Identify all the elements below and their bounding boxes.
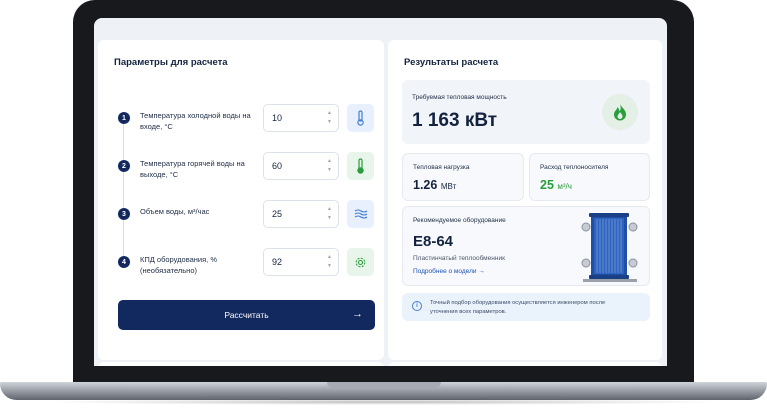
flame-icon — [602, 94, 638, 130]
waves-icon — [347, 200, 374, 228]
step-number: 3 — [118, 208, 130, 220]
equipment-label: Рекомендуемое оборудование — [413, 217, 506, 224]
param-row-efficiency: 4 КПД оборудования, % (необязательно) 92… — [98, 246, 384, 278]
efficiency-input[interactable]: 92 ▲ ▼ — [263, 248, 339, 276]
param-row-hot-temp: 2 Температура горячей воды на выходе, °С… — [98, 150, 384, 182]
model-details-link[interactable]: Подробнее о модели → — [413, 268, 485, 275]
note-text: Точный подбор оборудования осуществляетс… — [430, 300, 606, 315]
param-row-cold-temp: 1 Температура холодной воды на входе, °С… — [98, 102, 384, 134]
flow-card: Расход теплоносителя 25 м³/ч — [529, 153, 650, 201]
equipment-card: Рекомендуемое оборудование E8-64 Пластин… — [402, 206, 650, 286]
volume-input[interactable]: 25 ▲ ▼ — [263, 200, 339, 228]
field-value: 25 — [272, 209, 283, 219]
laptop-shadow — [40, 399, 727, 405]
calculate-button[interactable]: Рассчитать → — [118, 300, 375, 330]
gear-icon — [347, 248, 374, 276]
stepper-arrows[interactable]: ▲ ▼ — [327, 205, 332, 223]
laptop-notch — [327, 382, 441, 388]
field-value: 10 — [272, 113, 283, 123]
thermometer-icon — [347, 152, 374, 180]
field-value: 92 — [272, 257, 283, 267]
info-icon: i — [412, 301, 422, 311]
parameters-panel: Параметры для расчета 1 Температура холо… — [98, 40, 384, 360]
calculate-label: Рассчитать — [224, 310, 269, 320]
equipment-description: Пластинчатый теплообменник — [413, 255, 505, 262]
param-label: КПД оборудования, % (необязательно) — [140, 255, 217, 275]
stepper-arrows[interactable]: ▲ ▼ — [327, 109, 332, 127]
flow-number: 25 — [540, 178, 554, 192]
results-panel: Результаты расчета Требуемая тепловая мо… — [388, 40, 662, 360]
load-number: 1.26 — [413, 178, 438, 192]
parameters-title: Параметры для расчета — [114, 57, 228, 68]
results-title: Результаты расчета — [404, 57, 499, 68]
info-note: i Точный подбор оборудования осуществляе… — [402, 293, 650, 321]
next-section-left — [98, 362, 384, 366]
laptop-screen: Параметры для расчета 1 Температура холо… — [94, 18, 667, 366]
param-label: Объем воды, м³/час — [140, 207, 210, 216]
power-card: Требуемая тепловая мощность 1 163 кВт — [402, 80, 650, 144]
load-label: Тепловая нагрузка — [413, 164, 470, 171]
step-number: 2 — [118, 160, 130, 172]
hot-temp-input[interactable]: 60 ▲ ▼ — [263, 152, 339, 180]
flow-label: Расход теплоносителя — [540, 164, 609, 171]
next-section-right — [388, 362, 662, 366]
load-unit: МВт — [440, 182, 457, 191]
equipment-model: E8-64 — [413, 233, 454, 250]
heat-exchanger-image — [581, 213, 638, 282]
param-label: Температура холодной воды на входе, °С — [140, 111, 251, 131]
cold-temp-input[interactable]: 10 ▲ ▼ — [263, 104, 339, 132]
load-card: Тепловая нагрузка 1.26 МВт — [402, 153, 524, 201]
field-value: 60 — [272, 161, 283, 171]
stepper-arrows[interactable]: ▲ ▼ — [327, 253, 332, 271]
stepper-arrows[interactable]: ▲ ▼ — [327, 157, 332, 175]
steps-connector — [123, 120, 124, 260]
arrow-right-icon: → — [352, 308, 363, 320]
flow-value: 25 м³/ч — [540, 178, 572, 192]
power-value: 1 163 кВт — [412, 110, 498, 131]
param-label: Температура горячей воды на выходе, °С — [140, 159, 245, 179]
load-value: 1.26 МВт — [413, 178, 456, 192]
step-number: 4 — [118, 256, 130, 268]
flow-unit: м³/ч — [557, 182, 572, 191]
step-number: 1 — [118, 112, 130, 124]
thermometer-icon — [347, 104, 374, 132]
param-row-volume: 3 Объем воды, м³/час 25 ▲ ▼ — [98, 198, 384, 230]
power-label: Требуемая тепловая мощность — [412, 94, 507, 101]
